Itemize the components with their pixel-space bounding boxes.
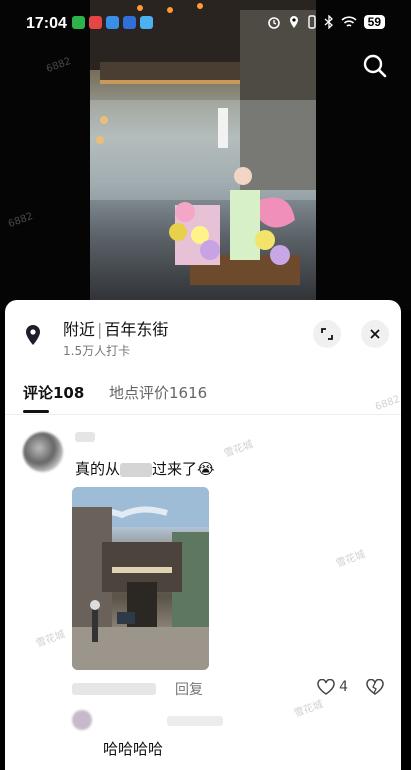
location-icon	[289, 16, 298, 28]
street-photo	[72, 487, 209, 670]
dislike-button[interactable]	[366, 678, 384, 699]
location-name: 百年东街	[104, 320, 169, 339]
watermark: 雪花城	[34, 629, 67, 650]
reply-button[interactable]: 回复	[175, 679, 203, 699]
comment-photo[interactable]	[72, 487, 209, 670]
expand-button[interactable]	[313, 320, 341, 348]
reply-text: 哈哈哈哈	[103, 740, 164, 758]
location-header[interactable]: 附近 | 百年东街 1.5万人打卡	[5, 312, 401, 360]
wifi-icon	[341, 15, 357, 27]
timestamp-blurred	[72, 683, 156, 695]
app-icon	[140, 16, 153, 29]
active-tab-indicator	[23, 410, 49, 413]
bluetooth-icon	[324, 15, 333, 29]
comment-text-end: 过来了😭	[152, 460, 215, 478]
comment-text-start: 真的从	[75, 460, 121, 478]
status-time: 17:04	[26, 15, 67, 32]
close-button[interactable]	[361, 320, 389, 348]
like-button[interactable]: 4	[317, 679, 348, 695]
heart-icon	[317, 679, 335, 695]
alarm-icon	[267, 17, 280, 29]
tab-place-reviews[interactable]: 地点评价1616	[109, 382, 207, 403]
broken-heart-icon	[366, 678, 384, 695]
location-pin-icon	[24, 324, 42, 350]
username-blurred[interactable]	[75, 432, 95, 442]
checkin-count: 1.5万人打卡	[63, 344, 131, 358]
comment-text: 真的从 过来了😭	[75, 458, 215, 479]
wechat-icon	[72, 16, 85, 29]
redacted-text	[120, 462, 153, 477]
app-icon	[123, 16, 136, 29]
vibrate-icon	[307, 15, 316, 29]
title-separator: |	[97, 320, 103, 339]
status-bar: 17:04 59	[0, 0, 411, 48]
notification-icons	[72, 16, 153, 29]
comment-meta: 回复 4	[72, 678, 392, 699]
close-icon	[370, 329, 380, 339]
tab-comments[interactable]: 评论108	[23, 382, 84, 403]
watermark: 雪花城	[222, 439, 255, 460]
location-prefix: 附近	[63, 320, 96, 339]
search-icon	[363, 54, 387, 78]
battery-indicator: 59	[363, 15, 385, 29]
like-count: 4	[339, 679, 348, 695]
avatar[interactable]	[23, 432, 63, 472]
expand-icon	[321, 328, 333, 340]
comments-sheet: 附近 | 百年东街 1.5万人打卡 评论108 地点评价1616 真的从 过来了😭	[5, 300, 401, 770]
avatar[interactable]	[72, 710, 92, 730]
username-blurred[interactable]	[167, 716, 223, 726]
system-icons: 59	[267, 15, 385, 29]
app-icon	[106, 16, 119, 29]
search-button[interactable]	[361, 52, 389, 80]
watermark: 雪花城	[334, 549, 367, 570]
app-icon	[89, 16, 102, 29]
video-player[interactable]: 17:04 59	[0, 0, 411, 310]
tab-bar: 评论108 地点评价1616	[5, 380, 401, 415]
location-title: 附近 | 百年东街	[63, 316, 168, 340]
